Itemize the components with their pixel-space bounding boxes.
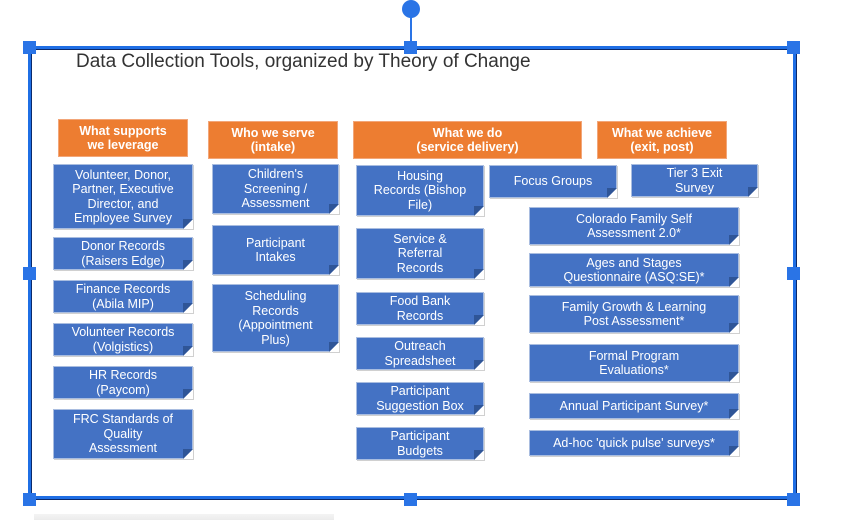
tool-label: Housing Records (Bishop File) [373,168,467,212]
tool-label: Volunteer Records (Volgistics) [71,325,175,354]
tool-family-growth-learning: Family Growth & Learning Post Assessment… [529,295,739,333]
below-image-strip [34,514,334,520]
tool-label: Annual Participant Survey* [559,398,709,413]
tool-label: Participant Budgets [390,429,450,458]
fold-corner [329,265,339,275]
fold-corner [729,235,739,245]
resize-handle-bottom-left[interactable] [23,493,36,506]
tool-scheduling-records: Scheduling Records (Appointment Plus) [212,284,339,352]
header-what-we-do: What we do (service delivery) [353,121,582,159]
tool-label: Participant Suggestion Box [376,384,464,413]
tool-label: Donor Records (Raisers Edge) [80,239,166,268]
tool-colorado-family-self-assessment: Colorado Family Self Assessment 2.0* [529,207,739,245]
tool-ages-stages-questionnaire: Ages and Stages Questionnaire (ASQ:SE)* [529,253,739,287]
fold-corner [183,219,193,229]
fold-corner [183,346,193,356]
tool-focus-groups: Focus Groups [489,165,617,198]
fold-corner [474,269,484,279]
fold-corner [748,187,758,197]
tool-label: Ages and Stages Questionnaire (ASQ:SE)* [563,255,705,285]
fold-corner [329,342,339,352]
tool-label: HR Records (Paycom) [88,368,158,397]
header-who-we-serve: Who we serve (intake) [208,121,338,159]
rotate-handle[interactable] [402,0,420,18]
resize-handle-top-left[interactable] [23,41,36,54]
tool-label: Focus Groups [513,174,593,189]
fold-corner [607,188,617,198]
tool-outreach-spreadsheet: Outreach Spreadsheet [356,337,484,370]
fold-corner [474,206,484,216]
tool-participant-intakes: Participant Intakes [212,225,339,275]
fold-corner [729,409,739,419]
tool-donor-records: Donor Records (Raisers Edge) [53,237,193,270]
fold-corner [729,277,739,287]
fold-corner [729,372,739,382]
tool-label: Children's Screening / Assessment [241,167,310,211]
tool-participant-budgets: Participant Budgets [356,427,484,460]
tool-volunteer-records: Volunteer Records (Volgistics) [53,323,193,356]
tool-childrens-screening: Children's Screening / Assessment [212,164,339,214]
tool-label: Outreach Spreadsheet [384,339,456,368]
tool-service-referral-records: Service & Referral Records [356,228,484,279]
resize-handle-middle-left[interactable] [23,267,36,280]
tool-label: Volunteer, Donor, Partner, Executive Dir… [72,167,174,226]
resize-handle-top-right[interactable] [787,41,800,54]
tool-volunteer-donor-survey: Volunteer, Donor, Partner, Executive Dir… [53,164,193,229]
fold-corner [474,315,484,325]
header-what-supports: What supports we leverage [58,119,188,157]
fold-corner [329,204,339,214]
tool-label: Formal Program Evaluations* [588,348,680,378]
tool-tier3-exit-survey: Tier 3 Exit Survey [631,164,758,197]
resize-handle-bottom-right[interactable] [787,493,800,506]
tool-label: Family Growth & Learning Post Assessment… [561,299,707,329]
fold-corner [474,360,484,370]
fold-corner [183,449,193,459]
rotate-handle-stem [410,14,412,44]
tool-adhoc-pulse-surveys: Ad-hoc 'quick pulse' surveys* [529,430,739,456]
tool-label: FRC Standards of Quality Assessment [72,412,174,456]
tool-label: Service & Referral Records [393,231,447,275]
header-what-we-achieve: What we achieve (exit, post) [597,121,727,159]
tool-formal-program-evaluations: Formal Program Evaluations* [529,344,739,382]
tool-label: Finance Records (Abila MIP) [75,282,171,311]
tool-label: Ad-hoc 'quick pulse' surveys* [553,435,715,450]
tool-label: Scheduling Records (Appointment Plus) [238,289,313,347]
fold-corner [474,450,484,460]
fold-corner [183,303,193,313]
tool-participant-suggestion-box: Participant Suggestion Box [356,382,484,415]
slide-title: Data Collection Tools, organized by Theo… [76,51,531,72]
fold-corner [474,405,484,415]
tool-annual-participant-survey: Annual Participant Survey* [529,393,739,419]
fold-corner [183,389,193,399]
tool-food-bank-records: Food Bank Records [356,292,484,325]
tool-frc-standards: FRC Standards of Quality Assessment [53,409,193,459]
tool-label: Food Bank Records [389,294,451,323]
tool-label: Tier 3 Exit Survey [666,166,723,195]
fold-corner [183,260,193,270]
tool-housing-records: Housing Records (Bishop File) [356,165,484,216]
tool-finance-records: Finance Records (Abila MIP) [53,280,193,313]
tool-hr-records: HR Records (Paycom) [53,366,193,399]
tool-label: Colorado Family Self Assessment 2.0* [575,211,692,241]
resize-handle-bottom-center[interactable] [404,493,417,506]
fold-corner [729,323,739,333]
fold-corner [729,446,739,456]
resize-handle-middle-right[interactable] [787,267,800,280]
tool-label: Participant Intakes [245,235,306,265]
